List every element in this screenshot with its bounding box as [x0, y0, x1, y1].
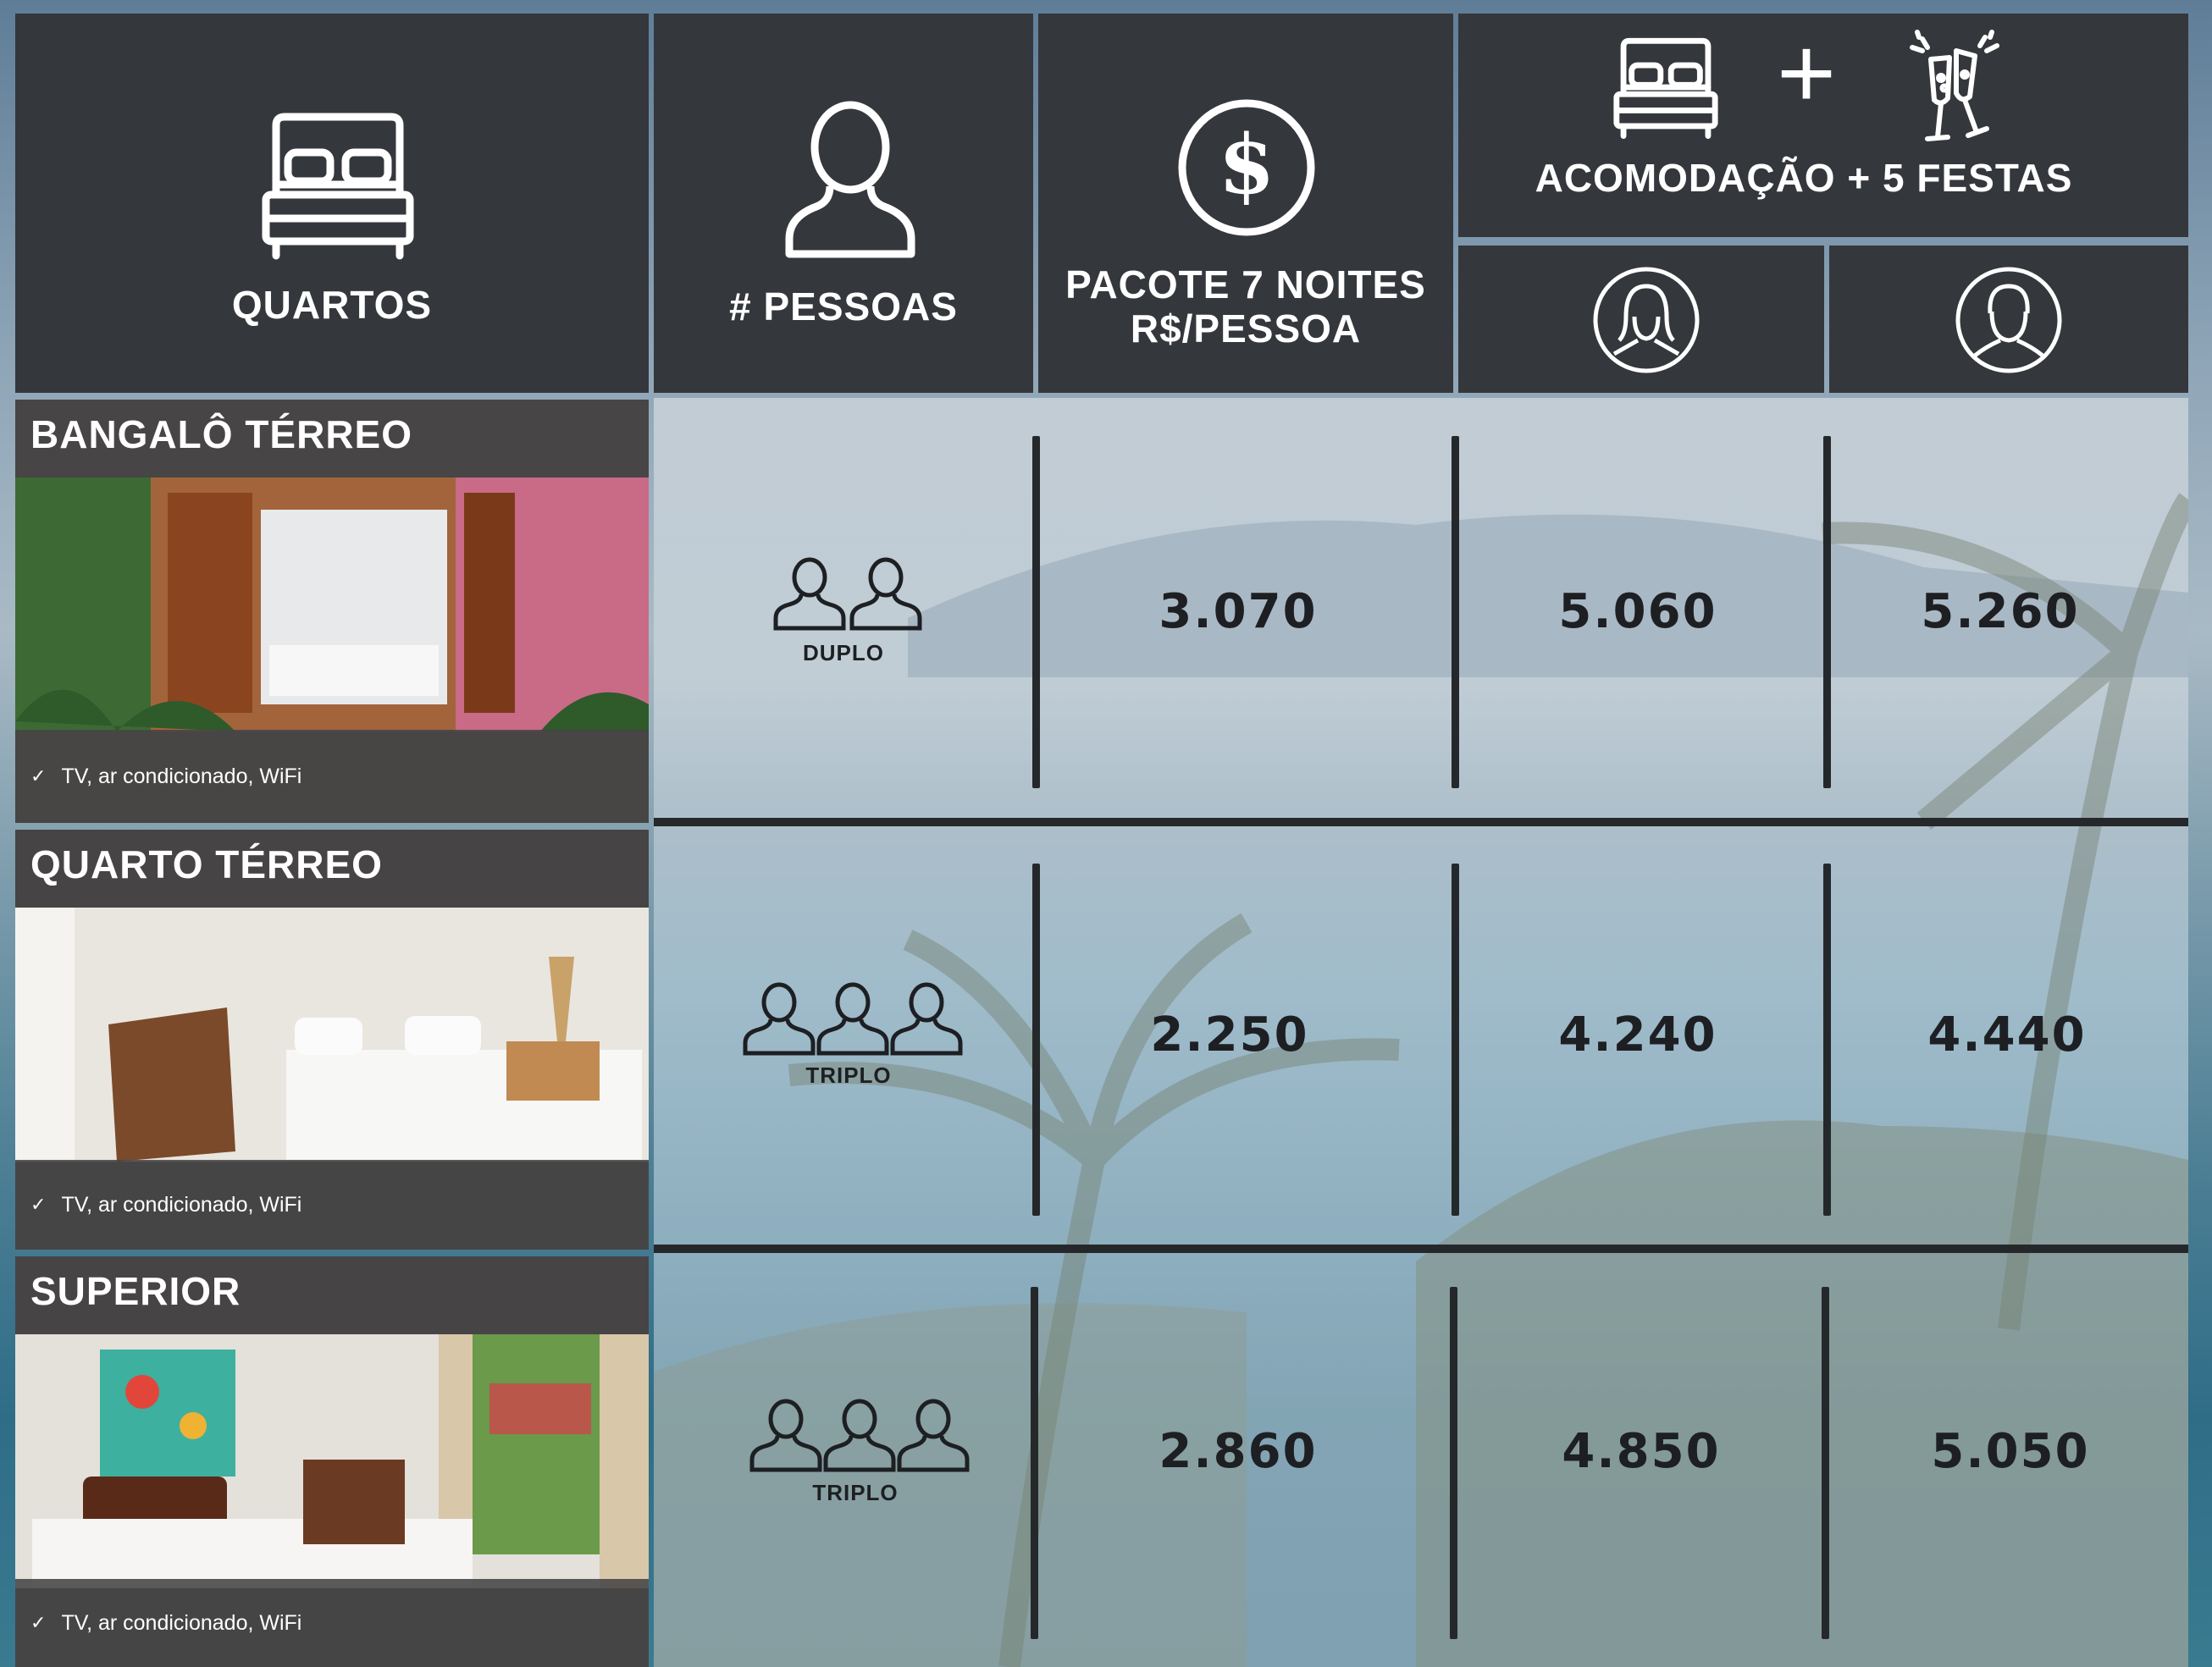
amenities-text: TV, ar condicionado, WiFi	[61, 1192, 302, 1217]
room-card: BANGALÔ TÉRREO ✓ TV, ar condicionado, Wi…	[15, 400, 649, 823]
header-pessoas-label: # PESSOAS	[729, 284, 958, 328]
header-pacote: $ PACOTE 7 NOITES R$/PESSOA	[1038, 14, 1453, 393]
column-divider	[1823, 864, 1831, 1216]
people-icons	[742, 982, 964, 1063]
price-female: 4.240	[1558, 1007, 1717, 1063]
header-quartos: QUARTOS	[15, 14, 649, 393]
amenities-text: TV, ar condicionado, WiFi	[61, 1610, 302, 1635]
check-icon: ✓	[30, 1194, 47, 1215]
people-icons	[749, 1399, 971, 1479]
column-divider	[1452, 436, 1459, 788]
header-pessoas: # PESSOAS	[654, 14, 1033, 393]
male-avatar-icon	[1955, 267, 2062, 373]
occupancy-label: TRIPLO	[812, 1480, 899, 1505]
price-pacote: 2.250	[1150, 1007, 1309, 1063]
column-divider	[1450, 1287, 1457, 1639]
check-icon: ✓	[30, 1612, 47, 1633]
header-male	[1829, 246, 2188, 393]
person-icon	[785, 101, 915, 258]
price-pacote: 3.070	[1159, 584, 1318, 639]
people-icons	[772, 557, 925, 638]
bed-icon	[262, 113, 414, 260]
price-female: 5.060	[1558, 584, 1717, 639]
header-combo: + ACOMODAÇÃO + 5 FESTAS	[1458, 14, 2188, 237]
room-title: SUPERIOR	[15, 1256, 649, 1334]
room-title: QUARTO TÉRREO	[15, 830, 649, 908]
column-divider	[1823, 436, 1831, 788]
header-pacote-line2: R$/PESSOA	[1130, 306, 1362, 351]
amenities-text: TV, ar condicionado, WiFi	[61, 764, 302, 788]
header-quartos-label: QUARTOS	[231, 283, 433, 327]
header-female	[1458, 246, 1824, 393]
column-divider	[1032, 864, 1040, 1216]
column-divider	[1452, 864, 1459, 1216]
amenities-bar: ✓ TV, ar condicionado, WiFi	[15, 1160, 649, 1250]
column-divider	[1032, 436, 1040, 788]
champagne-icon	[1910, 30, 1999, 141]
price-male: 5.050	[1931, 1424, 2090, 1479]
room-title: BANGALÔ TÉRREO	[15, 400, 649, 477]
occupancy-label: TRIPLO	[805, 1063, 892, 1088]
room-card: SUPERIOR ✓ TV, ar condicionado, WiFi	[15, 1256, 649, 1667]
header-pacote-line1: PACOTE 7 NOITES	[1065, 262, 1426, 306]
three-people-icon	[743, 982, 963, 1056]
header-combo-label: ACOMODAÇÃO + 5 FESTAS	[1535, 156, 2073, 200]
female-avatar-icon	[1593, 267, 1700, 373]
three-people-icon	[749, 1399, 970, 1472]
bed-icon	[1613, 37, 1718, 139]
column-divider	[1822, 1287, 1829, 1639]
price-male: 5.260	[1921, 584, 2080, 639]
row-divider	[654, 1245, 2188, 1253]
dollar-icon: $	[1178, 99, 1315, 236]
plus-sign: +	[1777, 16, 1837, 130]
occupancy-label: DUPLO	[803, 640, 884, 665]
amenities-bar: ✓ TV, ar condicionado, WiFi	[15, 730, 649, 823]
two-people-icon	[773, 557, 922, 631]
amenities-bar: ✓ TV, ar condicionado, WiFi	[15, 1579, 649, 1667]
column-divider	[1031, 1287, 1038, 1639]
row-divider	[654, 818, 2188, 826]
price-female: 4.850	[1562, 1424, 1721, 1479]
svg-text:$: $	[1219, 117, 1275, 213]
room-card: QUARTO TÉRREO ✓ TV, ar condicionado, WiF…	[15, 830, 649, 1250]
price-pacote: 2.860	[1159, 1424, 1318, 1479]
price-male: 4.440	[1927, 1007, 2087, 1063]
check-icon: ✓	[30, 765, 47, 787]
